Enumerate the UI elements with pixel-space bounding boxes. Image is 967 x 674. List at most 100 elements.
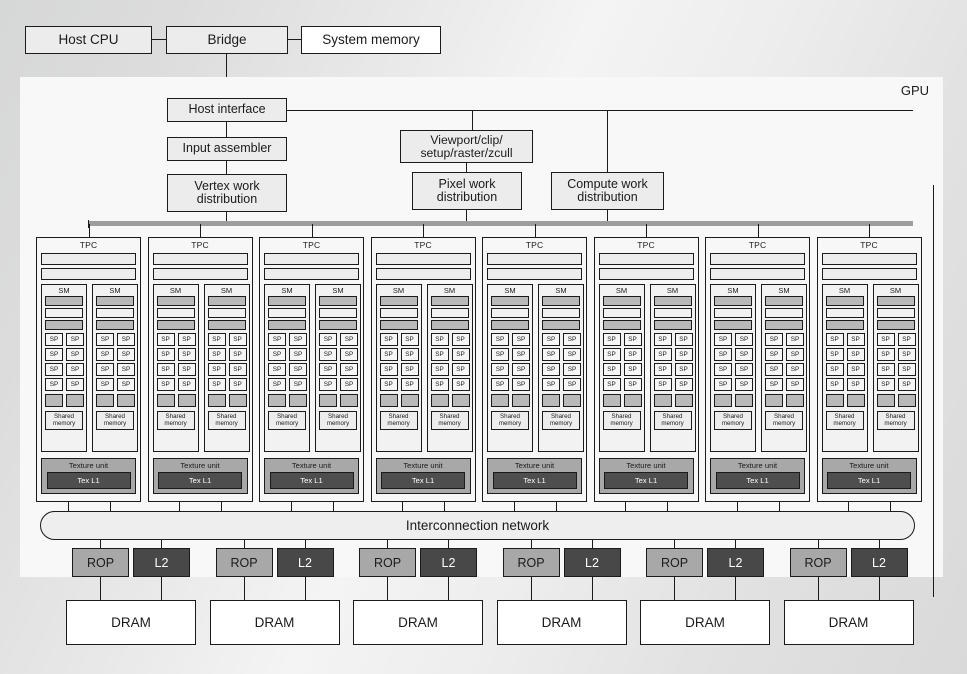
sm-control-bar-2 — [602, 308, 641, 318]
sp-core: SP — [846, 333, 865, 346]
tpc-control-bar-2 — [375, 268, 471, 280]
sm-control-bar-2 — [491, 308, 529, 318]
texture-unit-block: Texture unit Tex L1 — [41, 458, 136, 494]
sm-control-bar-3 — [602, 320, 641, 330]
shared-memory-block: Shared memory — [765, 411, 803, 430]
rop-dram-wire — [674, 577, 676, 601]
sfu-unit — [66, 394, 84, 407]
input-assembler-label: Input assembler — [182, 141, 272, 156]
wire-trunk-viewport — [472, 110, 474, 130]
sm-control-bar-3 — [714, 320, 752, 330]
sp-core: SP — [563, 363, 581, 376]
l2-dram-wire — [304, 577, 306, 601]
shared-memory-block: Shared memory — [379, 411, 418, 430]
compute-work-distribution-box: Compute work distribution — [551, 172, 664, 210]
texture-unit-block: Texture unit Tex L1 — [710, 458, 805, 494]
tpc-block: TPC SM SP SP SP SP SP SP SP SP Shared memory SM SP SP S… — [816, 237, 922, 502]
sm-control-bar-3 — [765, 320, 803, 330]
sp-core: SP — [602, 363, 621, 376]
sp-core: SP — [491, 333, 509, 346]
dram-block: DRAM — [209, 600, 340, 645]
sm-control-bar-3 — [268, 320, 306, 330]
tpc-block: TPC SM SP SP SP SP SP SP SP SP Shared memory SM SP SP S… — [370, 237, 476, 502]
sm-label: SM — [443, 286, 456, 295]
sfu-unit — [846, 394, 865, 407]
sm-block: SM SP SP SP SP SP SP SP SP Shared memory — [375, 284, 422, 452]
sp-core: SP — [735, 333, 753, 346]
sp-core: SP — [491, 348, 509, 361]
rop-dram-wire — [817, 577, 819, 601]
tex-l1-cache: Tex L1 — [269, 472, 354, 489]
sp-core: SP — [96, 363, 114, 376]
sp-core: SP — [674, 348, 693, 361]
system-memory-box: System memory — [301, 26, 441, 54]
sp-core: SP — [735, 363, 753, 376]
sm-block: SM SP SP SP SP SP SP SP SP Shared memory — [538, 284, 584, 452]
shared-memory-line2: memory — [498, 419, 522, 427]
l2-dram-wire — [448, 577, 450, 601]
interconnection-network-label: Interconnection network — [405, 518, 550, 533]
shared-memory-line2: memory — [326, 419, 350, 427]
tpc-drop-wire — [88, 224, 90, 238]
sm-control-bar-3 — [876, 320, 915, 330]
l2-cache: L2 — [276, 548, 334, 577]
sp-core: SP — [674, 333, 693, 346]
viewport-clip-setup-raster-zcull-box: Viewport/clip/ setup/raster/zcull — [400, 130, 533, 163]
sm-control-bar-2 — [825, 308, 864, 318]
sp-core: SP — [289, 333, 307, 346]
sp-core: SP — [451, 378, 470, 391]
sm-block: SM SP SP SP SP SP SP SP SP Shared memory — [92, 284, 138, 452]
shared-memory-line2: memory — [833, 419, 856, 427]
sp-core: SP — [289, 378, 307, 391]
sfu-unit — [430, 394, 449, 407]
wire-hostinterface-right — [287, 110, 913, 112]
sp-core: SP — [825, 348, 844, 361]
sm-control-bar-1 — [96, 296, 134, 306]
tpc-control-bar-1 — [152, 253, 248, 265]
tpc-control-bar-2 — [152, 268, 248, 280]
sfu-unit — [714, 394, 732, 407]
shared-memory-block: Shared memory — [825, 411, 864, 430]
sfu-unit — [289, 394, 307, 407]
sm-control-bar-2 — [714, 308, 752, 318]
sm-label: SM — [58, 286, 70, 295]
sp-core: SP — [340, 333, 358, 346]
shared-memory-line2: memory — [164, 419, 187, 427]
l2-cache: L2 — [563, 548, 621, 577]
sp-core: SP — [714, 363, 732, 376]
sm-control-bar-1 — [430, 296, 469, 306]
sp-core: SP — [512, 348, 530, 361]
dram-block: DRAM — [496, 600, 627, 645]
sp-core: SP — [228, 363, 247, 376]
texture-unit-block: Texture unit Tex L1 — [152, 458, 248, 494]
sm-label: SM — [889, 286, 902, 295]
sfu-unit — [876, 394, 895, 407]
sp-core: SP — [512, 378, 530, 391]
sm-control-bar-1 — [825, 296, 864, 306]
tpc-block: TPC SM SP SP SP SP SP SP SP SP Shared memory SM SP SP S… — [482, 237, 587, 502]
sp-core: SP — [268, 348, 286, 361]
shared-memory-block: Shared memory — [430, 411, 469, 430]
shared-memory-block: Shared memory — [319, 411, 357, 430]
sm-label: SM — [778, 286, 790, 295]
sm-control-bar-3 — [653, 320, 692, 330]
sm-block: SM SP SP SP SP SP SP SP SP Shared memory — [315, 284, 361, 452]
sp-core: SP — [156, 333, 175, 346]
sp-core: SP — [177, 378, 196, 391]
pixel-work-distribution-box: Pixel work distribution — [412, 172, 522, 210]
host-cpu-box: Host CPU — [25, 26, 152, 54]
sm-label: SM — [332, 286, 344, 295]
sp-core: SP — [228, 333, 247, 346]
sm-label: SM — [615, 286, 628, 295]
sp-core: SP — [66, 348, 84, 361]
sfu-unit — [268, 394, 286, 407]
sm-label: SM — [169, 286, 182, 295]
sm-control-bar-1 — [765, 296, 803, 306]
dram-block: DRAM — [353, 600, 483, 645]
tpc-control-bar-2 — [821, 268, 917, 280]
tpc-drop-wire — [869, 224, 871, 238]
sm-control-bar-3 — [542, 320, 580, 330]
shared-memory-block: Shared memory — [714, 411, 752, 430]
sfu-unit — [491, 394, 509, 407]
sp-core: SP — [765, 348, 783, 361]
